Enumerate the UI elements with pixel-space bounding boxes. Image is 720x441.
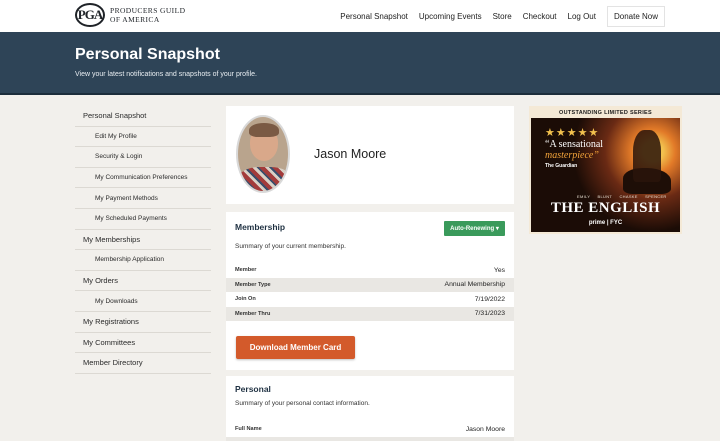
row-label: Full Name	[235, 426, 262, 433]
ad-artwork: OUTSTANDING LIMITED SERIES ★★★★★ “A sens…	[531, 108, 680, 232]
the-english-ad[interactable]: OUTSTANDING LIMITED SERIES ★★★★★ “A sens…	[529, 106, 682, 234]
table-row: Member Type Annual Membership	[226, 277, 514, 292]
download-member-card-button[interactable]: Download Member Card	[236, 336, 355, 359]
row-label: Member	[235, 267, 257, 274]
table-row: Full Name Jason Moore	[226, 422, 514, 437]
nav-store[interactable]: Store	[493, 12, 512, 21]
personal-details: Full Name Jason Moore	[226, 422, 514, 441]
nav-personal-snapshot[interactable]: Personal Snapshot	[340, 12, 408, 21]
top-navigation: PGA PRODUCERS GUILD OF AMERICA Personal …	[0, 0, 720, 32]
sidebar-item-member-directory[interactable]: Member Directory	[75, 353, 211, 374]
ad-title: THE ENGLISH	[550, 200, 661, 216]
row-value: Jason Moore	[465, 425, 505, 433]
ad-cast: EMILY BLUNT CHASKE SPENCER	[577, 194, 667, 199]
table-row: Member Thru 7/31/2023	[226, 306, 514, 321]
ad-quote-line2: masterpiece”	[545, 150, 599, 161]
page-header: Personal Snapshot View your latest notif…	[0, 32, 720, 95]
nav-checkout[interactable]: Checkout	[523, 12, 557, 21]
sidebar-item-membership-application[interactable]: Membership Application	[75, 250, 211, 271]
donate-now-button[interactable]: Donate Now	[606, 5, 665, 27]
membership-description: Summary of your current membership.	[235, 243, 346, 250]
pga-logo-text: PRODUCERS GUILD OF AMERICA	[110, 6, 186, 24]
row-value: Yes	[493, 266, 505, 274]
sidebar-item-my-registrations[interactable]: My Registrations	[75, 312, 211, 333]
sidebar-item-my-committees[interactable]: My Committees	[75, 333, 211, 354]
account-sidebar: Personal Snapshot Edit My Profile Securi…	[75, 106, 211, 374]
membership-card: Membership Auto-Renewing ▾ Summary of yo…	[226, 212, 514, 370]
row-value: 7/19/2022	[474, 295, 505, 303]
sidebar-item-my-downloads[interactable]: My Downloads	[75, 291, 211, 312]
profile-card: Jason Moore	[226, 106, 514, 204]
row-value: Annual Membership	[444, 281, 505, 289]
avatar-shirt	[238, 167, 288, 191]
membership-details: Member Yes Member Type Annual Membership…	[226, 263, 514, 321]
pga-logo-mark: PGA	[75, 3, 105, 27]
table-row: Join On 7/19/2022	[226, 292, 514, 307]
pga-logo[interactable]: PGA PRODUCERS GUILD OF AMERICA	[75, 3, 185, 27]
ad-quote-line1: “A sensational	[545, 139, 604, 150]
page-subtitle: View your latest notifications and snaps…	[75, 71, 257, 78]
page-title: Personal Snapshot	[75, 46, 220, 63]
table-row: Member Yes	[226, 263, 514, 278]
ad-quote-source: The Guardian	[545, 163, 578, 169]
membership-title: Membership	[235, 222, 286, 232]
sidebar-item-communication-preferences[interactable]: My Communication Preferences	[75, 168, 211, 189]
ad-banner: OUTSTANDING LIMITED SERIES	[531, 108, 680, 118]
rider-silhouette	[633, 130, 661, 182]
sidebar-item-my-memberships[interactable]: My Memberships	[75, 230, 211, 251]
star-rating-icon: ★★★★★	[545, 127, 600, 139]
personal-title: Personal	[235, 384, 271, 394]
row-label: Join On	[235, 296, 256, 303]
row-label: Member Thru	[235, 310, 271, 317]
sidebar-item-edit-my-profile[interactable]: Edit My Profile	[75, 127, 211, 148]
ad-footer: prime | FYC	[588, 220, 623, 226]
avatar-hair	[249, 123, 279, 137]
avatar	[236, 115, 290, 193]
main-nav: Personal Snapshot Upcoming Events Store …	[340, 0, 720, 32]
sidebar-item-scheduled-payments[interactable]: My Scheduled Payments	[75, 209, 211, 230]
personal-description: Summary of your personal contact informa…	[235, 400, 370, 407]
ad-quote: “A sensational masterpiece”	[545, 139, 603, 161]
nav-upcoming-events[interactable]: Upcoming Events	[419, 12, 482, 21]
auto-renewing-dropdown[interactable]: Auto-Renewing ▾	[444, 221, 505, 236]
row-label: Member Type	[235, 281, 271, 288]
sidebar-item-my-orders[interactable]: My Orders	[75, 271, 211, 292]
sidebar-item-payment-methods[interactable]: My Payment Methods	[75, 188, 211, 209]
profile-name: Jason Moore	[314, 147, 387, 161]
row-value: 7/31/2023	[474, 310, 505, 318]
personal-card: Personal Summary of your personal contac…	[226, 376, 514, 441]
sidebar-item-personal-snapshot[interactable]: Personal Snapshot	[75, 106, 211, 127]
nav-log-out[interactable]: Log Out	[568, 12, 596, 21]
sidebar-item-security-login[interactable]: Security & Login	[75, 147, 211, 168]
table-row	[226, 436, 514, 441]
